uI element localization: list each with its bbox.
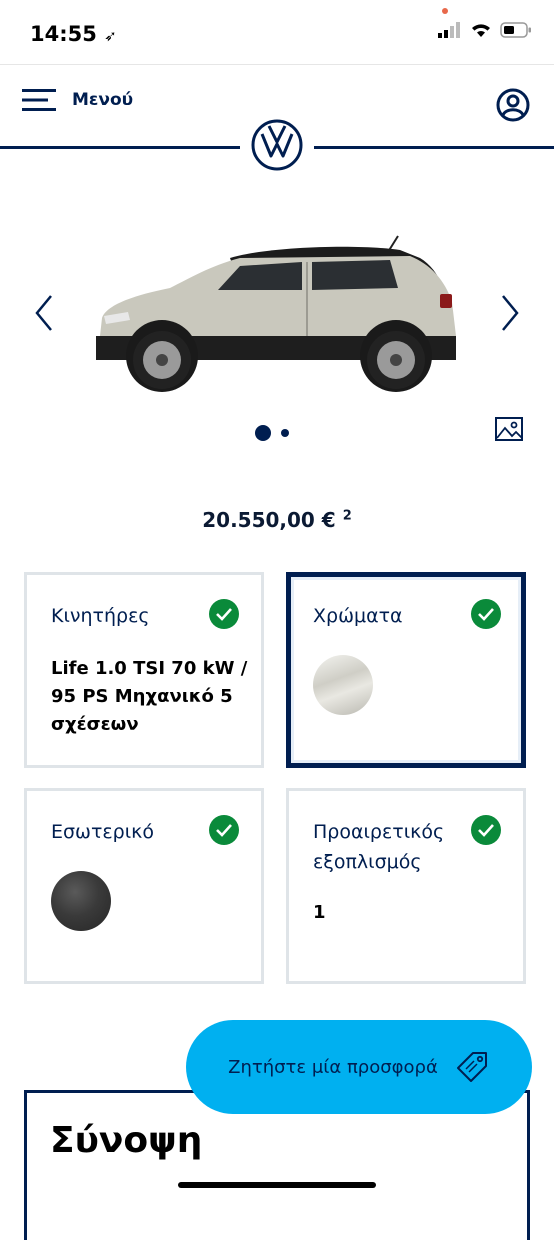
status-icons bbox=[438, 22, 532, 38]
home-indicator[interactable] bbox=[178, 1182, 376, 1188]
user-icon bbox=[496, 88, 530, 122]
tag-icon bbox=[456, 1052, 487, 1082]
check-icon bbox=[471, 815, 501, 845]
colors-card-title: Χρώματα bbox=[313, 605, 403, 627]
brand-rule-right bbox=[314, 146, 554, 149]
header-divider bbox=[0, 64, 554, 65]
carousel-dot-active[interactable] bbox=[255, 425, 271, 441]
color-swatch bbox=[313, 655, 373, 715]
colors-card[interactable]: Χρώματα bbox=[286, 572, 526, 768]
optional-equipment-card[interactable]: Προαιρετικός εξοπλισμός 1 bbox=[286, 788, 526, 984]
interior-card-title: Εσωτερικό bbox=[51, 821, 154, 843]
price-amount: 20.550,00 € bbox=[202, 508, 336, 532]
chevron-left-icon bbox=[35, 295, 52, 331]
brand-rule-left bbox=[0, 146, 240, 149]
check-icon bbox=[209, 815, 239, 845]
recording-dot bbox=[442, 8, 448, 14]
status-bar: 14:55 ➶ bbox=[0, 0, 554, 62]
request-offer-button[interactable]: Ζητήστε μία προσφορά bbox=[186, 1020, 532, 1114]
menu-icon bbox=[22, 89, 56, 111]
check-icon bbox=[471, 599, 501, 629]
previous-image-button[interactable] bbox=[34, 294, 54, 336]
interior-swatch bbox=[51, 871, 111, 931]
request-offer-label: Ζητήστε μία προσφορά bbox=[228, 1056, 438, 1078]
account-button[interactable] bbox=[496, 88, 530, 126]
menu-button[interactable]: Μενού bbox=[22, 88, 133, 112]
optional-equipment-count: 1 bbox=[313, 902, 326, 923]
location-arrow-icon: ➶ bbox=[104, 27, 117, 45]
engine-card-title: Κινητήρες bbox=[51, 605, 150, 627]
summary-title: Σύνοψη bbox=[50, 1120, 203, 1161]
gallery-button[interactable] bbox=[494, 416, 524, 446]
interior-card[interactable]: Εσωτερικό bbox=[24, 788, 264, 984]
vw-logo[interactable] bbox=[250, 118, 304, 176]
price-footnote[interactable]: 2 bbox=[343, 508, 352, 523]
chevron-right-icon bbox=[502, 295, 519, 331]
engine-card-value: Life 1.0 TSI 70 kW / 95 PS Μηχανικό 5 σχ… bbox=[51, 658, 248, 735]
next-image-button[interactable] bbox=[500, 294, 520, 336]
clock: 14:55 bbox=[30, 22, 97, 46]
status-time: 14:55 ➶ bbox=[30, 22, 117, 46]
price: 20.550,00 € 2 bbox=[0, 508, 554, 532]
carousel-indicators bbox=[255, 425, 289, 441]
engine-card[interactable]: Κινητήρες Life 1.0 TSI 70 kW / 95 PS Μηχ… bbox=[24, 572, 264, 768]
carousel-dot[interactable] bbox=[281, 429, 289, 437]
car-image bbox=[90, 228, 462, 398]
signal-icon bbox=[438, 22, 460, 38]
battery-icon bbox=[500, 22, 531, 38]
optional-equipment-card-title: Προαιρετικός εξοπλισμός bbox=[313, 821, 445, 873]
menu-label: Μενού bbox=[72, 90, 134, 110]
check-icon bbox=[209, 599, 239, 629]
gallery-icon bbox=[495, 417, 523, 441]
wifi-icon bbox=[472, 24, 490, 37]
